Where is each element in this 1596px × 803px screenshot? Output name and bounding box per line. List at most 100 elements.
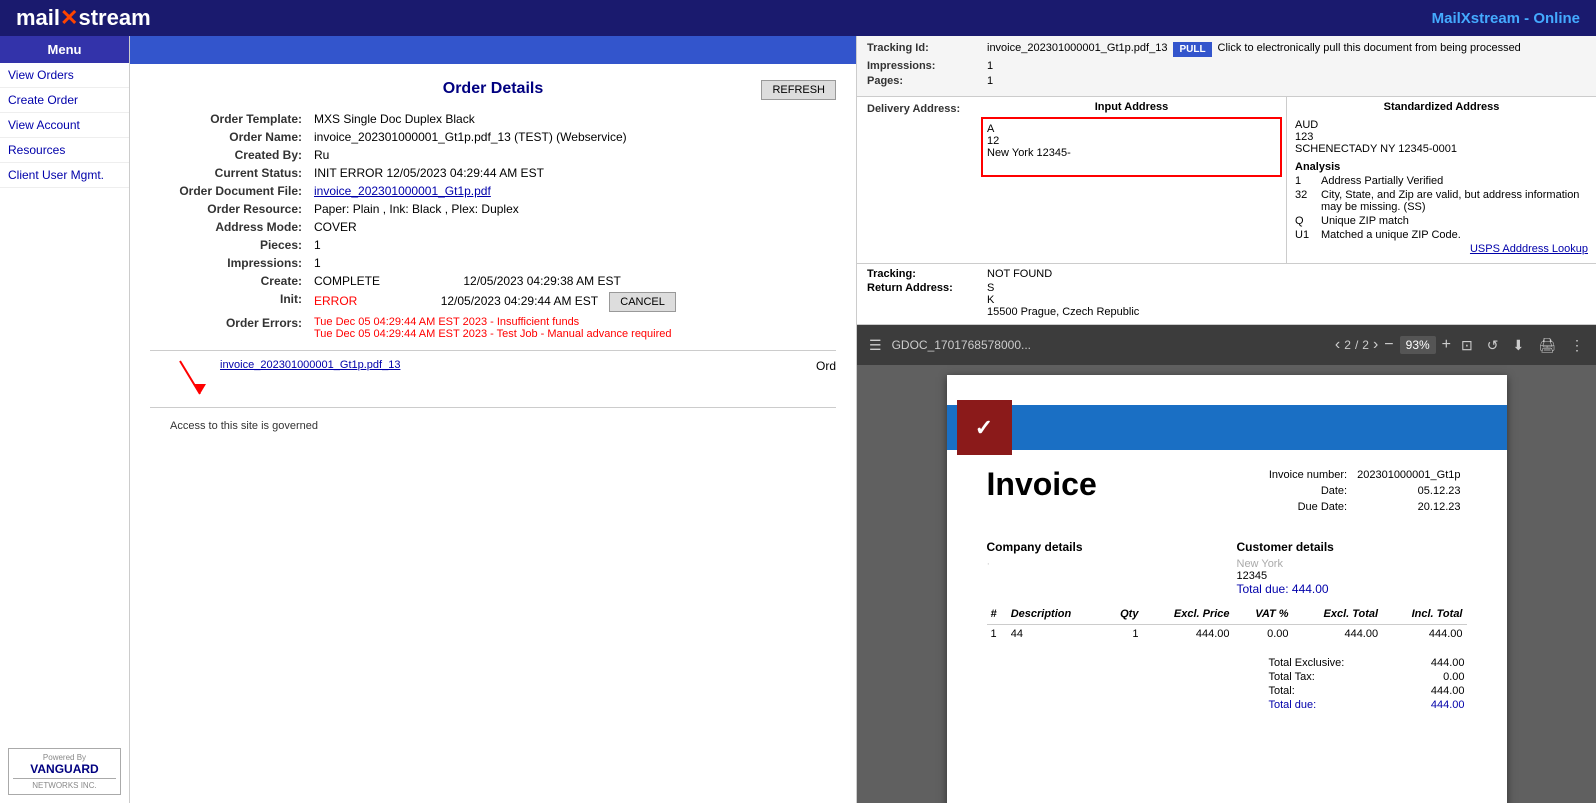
table-row: Order Name: invoice_202301000001_Gt1p.pd… <box>150 128 836 146</box>
order-resource-value: Paper: Plain , Ink: Black , Plex: Duplex <box>310 200 836 218</box>
total-exclusive-value: 444.00 <box>1405 657 1465 669</box>
std-address-content: AUD 123 SCHENECTADY NY 12345-0001 <box>1291 117 1592 157</box>
init-date: 12/05/2023 04:29:44 AM EST <box>441 294 598 308</box>
document-link[interactable]: invoice_202301000001_Gt1p.pdf_13 <box>220 359 400 371</box>
pdf-menu-button[interactable]: ☰ <box>865 335 886 356</box>
row-excl-price: 444.00 <box>1142 625 1233 644</box>
pdf-fit-button[interactable]: ⊡ <box>1457 335 1477 356</box>
analysis-title: Analysis <box>1295 161 1588 173</box>
row-excl-total: 444.00 <box>1293 625 1383 644</box>
refresh-button[interactable]: REFRESH <box>761 80 836 100</box>
pdf-more-button[interactable]: ⋮ <box>1566 335 1588 356</box>
col-header-qty: Qty <box>1105 604 1143 625</box>
detail-table: Order Template: MXS Single Doc Duplex Bl… <box>150 110 836 342</box>
vanguard-logo: Powered By VANGUARD NETWORKS INC. <box>8 748 121 795</box>
rp-pages-value: 1 <box>987 75 993 87</box>
customer-city: New York <box>1237 558 1467 570</box>
order-name-value: invoice_202301000001_Gt1p.pdf_13 (TEST) … <box>310 128 836 146</box>
main-layout: Menu View Orders Create Order View Accou… <box>0 36 1596 803</box>
analysis-num-1: 1 <box>1295 175 1315 187</box>
tracking-row: Tracking: NOT FOUND <box>867 268 1586 280</box>
table-row: # Description Qty Excl. Price VAT % Excl… <box>987 604 1467 625</box>
table-row: Address Mode: COVER <box>150 218 836 236</box>
inv-due-value: 20.12.23 <box>1353 500 1464 514</box>
pdf-zoom-in-button[interactable]: + <box>1442 336 1451 354</box>
invoice-items-table: # Description Qty Excl. Price VAT % Excl… <box>987 604 1467 643</box>
sidebar-menu-header: Menu <box>0 36 129 63</box>
error-2: Tue Dec 05 04:29:44 AM EST 2023 - Test J… <box>314 328 832 340</box>
pdf-print-button[interactable]: 🖨 <box>1534 335 1560 356</box>
logo-area: mail✕stream <box>16 5 151 31</box>
cancel-button[interactable]: CANCEL <box>609 292 676 312</box>
arrow-annotation <box>150 359 210 399</box>
std-addr-line2: 123 <box>1295 131 1588 143</box>
sidebar-item-view-account[interactable]: View Account <box>0 113 129 138</box>
tracking-id-label: Tracking Id: <box>867 42 987 54</box>
created-by-value: Ru <box>310 146 836 164</box>
company-details-placeholder: · <box>987 558 1217 570</box>
sidebar-item-view-orders[interactable]: View Orders <box>0 63 129 88</box>
pdf-prev-page-button[interactable]: ‹ <box>1335 336 1340 354</box>
current-status-label: Current Status: <box>150 164 310 182</box>
table-row: Order Resource: Paper: Plain , Ink: Blac… <box>150 200 836 218</box>
table-row: Total Exclusive: 444.00 <box>1269 657 1465 669</box>
inv-date-label: Date: <box>1265 484 1351 498</box>
company-details-section: Company details · <box>987 528 1217 596</box>
total-tax-label: Total Tax: <box>1269 671 1403 683</box>
return-addr-line1: S <box>987 282 1139 294</box>
pdf-zoom-out-button[interactable]: − <box>1384 336 1393 354</box>
pdf-toolbar: ☰ GDOC_1701768578000... ‹ 2 / 2 › − 93% … <box>857 325 1596 365</box>
analysis-num-2: 32 <box>1295 189 1315 213</box>
analysis-num-3: Q <box>1295 215 1315 227</box>
analysis-section: Analysis 1 Address Partially Verified 32… <box>1291 157 1592 259</box>
order-template-label: Order Template: <box>150 110 310 128</box>
total-value: 444.00 <box>1405 685 1465 697</box>
order-name-label: Order Name: <box>150 128 310 146</box>
std-addr-line3: SCHENECTADY NY 12345-0001 <box>1295 143 1588 155</box>
pdf-download-button[interactable]: ⬇ <box>1508 335 1528 356</box>
sidebar-item-resources[interactable]: Resources <box>0 138 129 163</box>
table-row: Total due: 444.00 <box>1269 699 1465 711</box>
list-item: 1 Address Partially Verified <box>1295 175 1588 187</box>
sidebar-item-client-user-mgmt[interactable]: Client User Mgmt. <box>0 163 129 188</box>
input-address-content: A 12 New York 12345- <box>981 117 1282 177</box>
list-item: 32 City, State, and Zip are valid, but a… <box>1295 189 1588 213</box>
pieces-value: 1 <box>310 236 836 254</box>
std-address-title: Standardized Address <box>1291 101 1592 113</box>
inv-date-value: 05.12.23 <box>1353 484 1464 498</box>
total-due-label: Total due: <box>1237 582 1289 596</box>
table-row: Init: ERROR 12/05/2023 04:29:44 AM EST C… <box>150 290 836 314</box>
table-row: Pieces: 1 <box>150 236 836 254</box>
pdf-content: ✓ Invoice Invoice number: 202301000001_G… <box>857 365 1596 803</box>
create-status: COMPLETE <box>314 274 380 288</box>
analysis-text-4: Matched a unique ZIP Code. <box>1321 229 1461 241</box>
site-title: MailXstream - Online <box>1432 10 1580 27</box>
input-addr-line3: New York 12345- <box>987 147 1276 159</box>
right-panel: Tracking Id: invoice_202301000001_Gt1p.p… <box>856 36 1596 803</box>
row-incl-total: 444.00 <box>1382 625 1466 644</box>
logo: mail✕stream <box>16 5 151 31</box>
table-row: Invoice number: 202301000001_Gt1p <box>1265 468 1465 482</box>
create-label: Create: <box>150 272 310 290</box>
col-header-desc: Description <box>1007 604 1105 625</box>
pull-button[interactable]: PULL <box>1173 42 1211 57</box>
order-doc-file-label: Order Document File: <box>150 182 310 200</box>
table-row: Date: 05.12.23 <box>1265 484 1465 498</box>
order-template-value: MXS Single Doc Duplex Black <box>310 110 836 128</box>
doc-link-section: invoice_202301000001_Gt1p.pdf_13 Ord <box>150 359 836 399</box>
delivery-address-section: Delivery Address: Input Address A 12 New… <box>857 97 1596 264</box>
pdf-next-page-button[interactable]: › <box>1373 336 1378 354</box>
ord-label: Ord <box>816 359 836 373</box>
usps-link[interactable]: USPS Adddress Lookup <box>1470 243 1588 255</box>
pdf-page-separator: / <box>1355 338 1358 352</box>
table-row: Created By: Ru <box>150 146 836 164</box>
tracking-return-section: Tracking: NOT FOUND Return Address: S K … <box>857 264 1596 325</box>
invoice-title: Invoice <box>987 466 1097 503</box>
pdf-rotate-button[interactable]: ↺ <box>1483 335 1503 356</box>
order-doc-file-link[interactable]: invoice_202301000001_Gt1p.pdf <box>314 184 491 198</box>
inv-num-value: 202301000001_Gt1p <box>1353 468 1464 482</box>
company-customer-row: Company details · Customer details New Y… <box>987 528 1467 596</box>
pull-description: Click to electronically pull this docume… <box>1218 42 1521 54</box>
section-divider <box>150 407 836 408</box>
sidebar-item-create-order[interactable]: Create Order <box>0 88 129 113</box>
